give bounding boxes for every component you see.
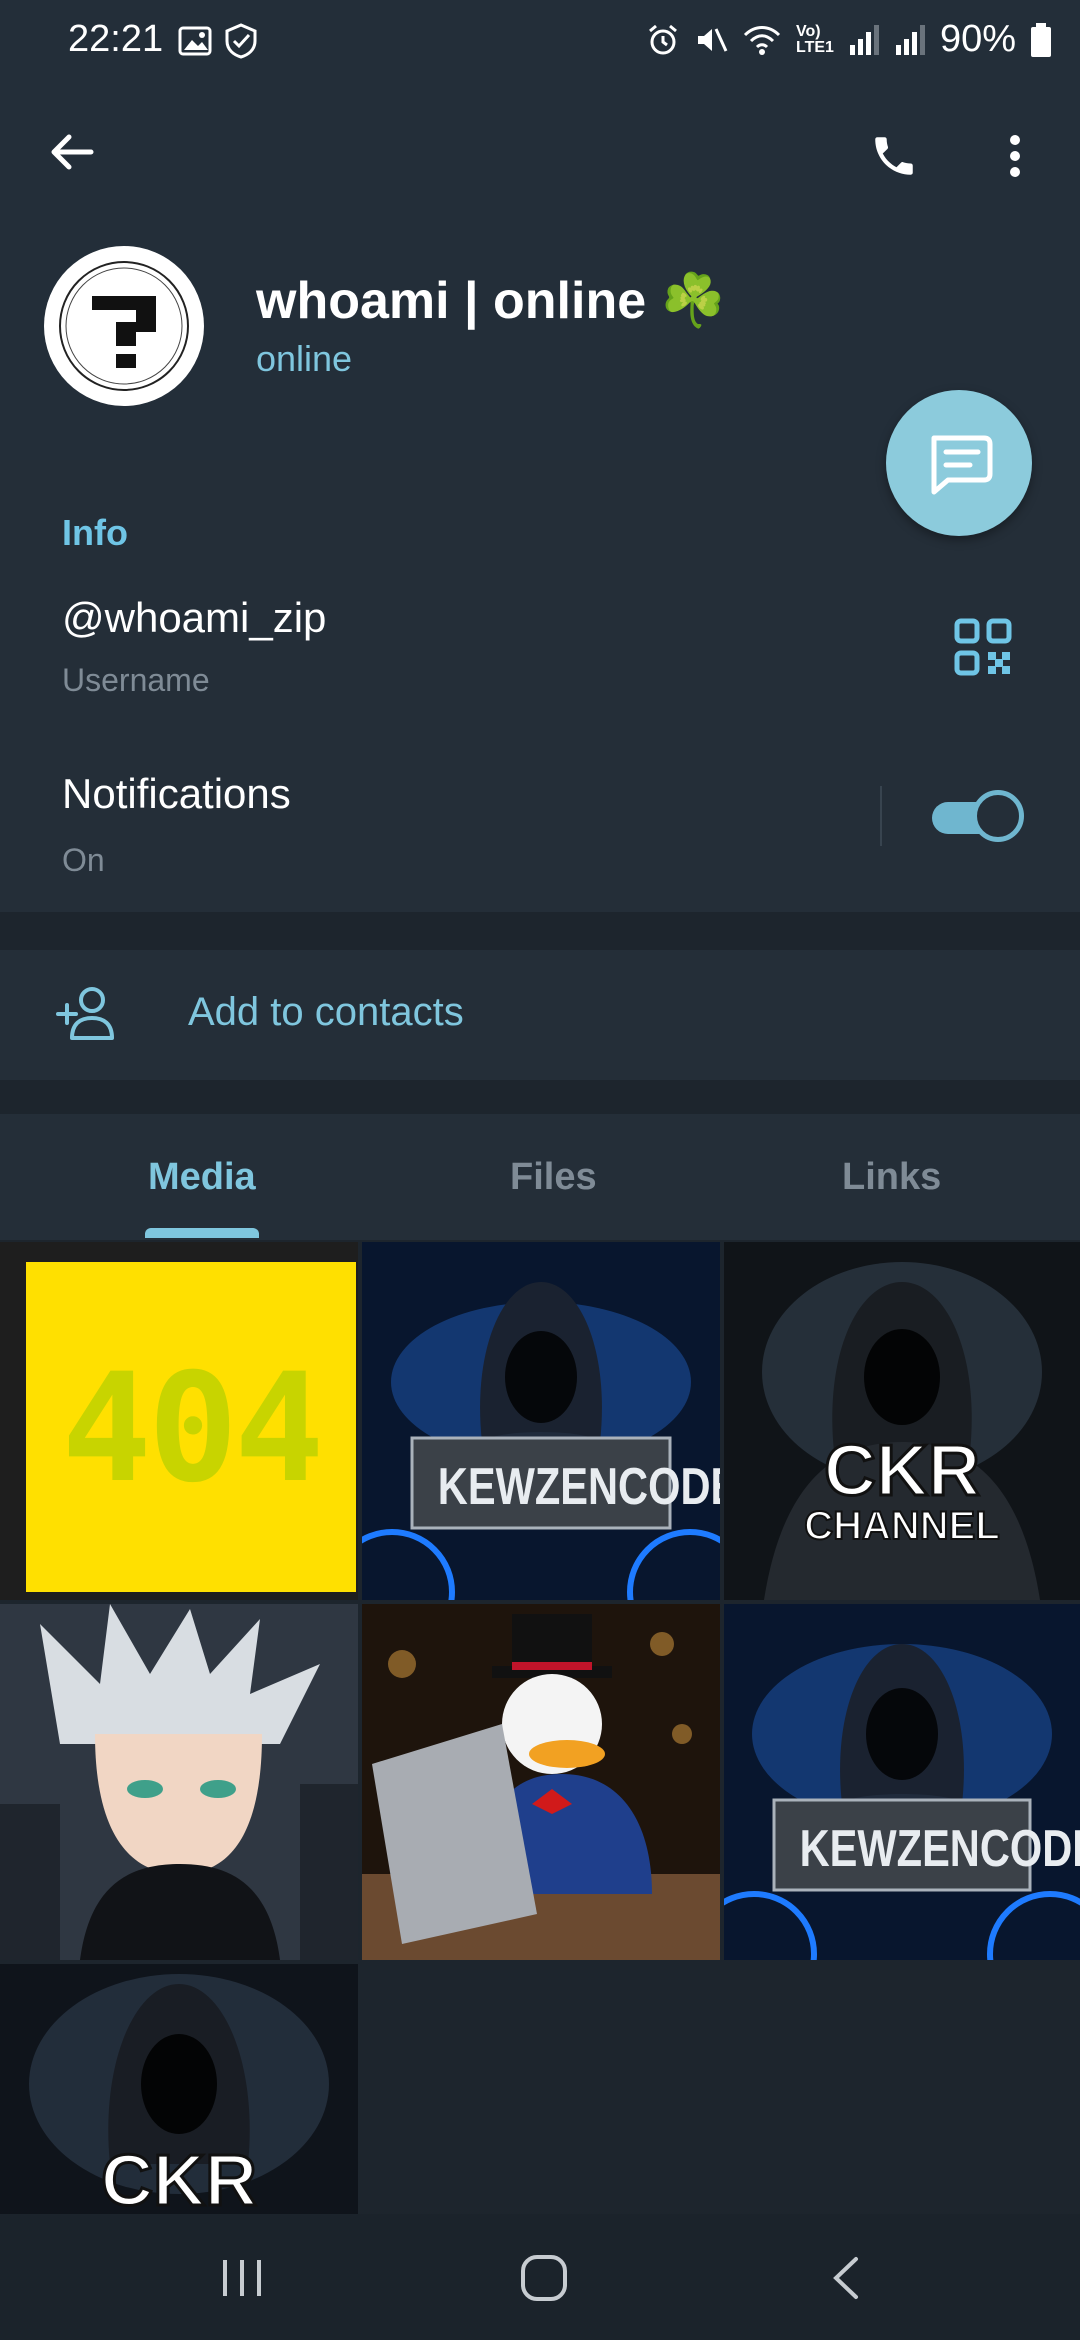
media-item[interactable]: KEWZENCODE [724, 1604, 1080, 1960]
tab-media[interactable]: Media [148, 1156, 256, 1199]
status-notification-icons [178, 22, 260, 60]
chevron-left-icon [833, 2257, 858, 2299]
toggle-knob [972, 790, 1024, 842]
status-system-icons: Vo) LTE1 90% [646, 18, 1052, 61]
signal-icon-2 [895, 24, 925, 55]
recent-apps-button[interactable] [202, 2246, 282, 2310]
notifications-state: On [62, 842, 105, 878]
media-thumbnail [724, 1604, 1080, 1960]
battery-icon [1031, 22, 1051, 57]
avatar-logo-image [48, 250, 200, 402]
battery-percent: 90% [939, 18, 1016, 60]
shield-check-icon [225, 23, 257, 59]
media-caption: CKR [100, 2140, 259, 2215]
media-item[interactable]: CKR [0, 1964, 358, 2214]
status-time: 22:21 [68, 18, 164, 60]
media-thumbnail [362, 1604, 720, 1960]
add-to-contacts-label: Add to contacts [188, 990, 464, 1034]
media-item[interactable] [362, 1604, 720, 1960]
message-fab-button[interactable] [886, 390, 1032, 536]
alarm-icon [649, 24, 677, 54]
profile-name: whoami | online ☘️ [256, 272, 726, 330]
call-button[interactable] [862, 124, 926, 188]
media-item[interactable] [0, 1604, 358, 1960]
media-item[interactable]: KEWZENCODE [362, 1242, 720, 1600]
username-label: Username [62, 662, 210, 698]
add-to-contacts-row[interactable] [0, 950, 1080, 1080]
arrow-left-icon [51, 134, 94, 170]
divider [880, 786, 882, 846]
media-item[interactable]: CKR CHANNEL [724, 1242, 1080, 1600]
wifi-icon [743, 25, 781, 55]
home-icon [521, 2255, 567, 2301]
profile-status: online [256, 338, 353, 379]
back-button[interactable] [40, 120, 104, 184]
media-thumbnail [0, 1604, 358, 1960]
media-caption: CKR [823, 1430, 982, 1513]
notifications-label[interactable]: Notifications [62, 770, 291, 818]
more-vertical-icon [1010, 135, 1020, 177]
recent-apps-icon [223, 2260, 261, 2296]
media-caption: 404 [61, 1342, 325, 1516]
tab-links[interactable]: Links [842, 1156, 941, 1199]
volte-icon: Vo) LTE1 [796, 22, 834, 56]
mute-icon [698, 27, 728, 52]
message-icon [931, 435, 993, 495]
gallery-icon [178, 26, 212, 56]
info-section-title: Info [62, 512, 128, 553]
more-options-button[interactable] [990, 124, 1040, 188]
avatar[interactable] [44, 246, 204, 406]
phone-icon [875, 137, 913, 175]
media-thumbnail [362, 1242, 720, 1600]
add-user-icon [54, 982, 122, 1046]
media-item[interactable]: 404 [0, 1242, 358, 1600]
home-button[interactable] [504, 2246, 584, 2310]
nav-back-button[interactable] [806, 2246, 886, 2310]
active-tab-indicator [145, 1228, 259, 1238]
media-caption: KEWZENCODE [437, 1458, 720, 1516]
signal-icon [849, 24, 879, 55]
notifications-toggle[interactable] [932, 790, 1024, 844]
media-caption: KEWZENCODE [799, 1820, 1080, 1878]
qr-code-icon [954, 618, 1012, 676]
media-caption-2: CHANNEL [803, 1503, 1001, 1549]
tab-files[interactable]: Files [510, 1156, 597, 1199]
username-value[interactable]: @whoami_zip [62, 594, 326, 642]
qr-code-button[interactable] [954, 618, 1012, 676]
